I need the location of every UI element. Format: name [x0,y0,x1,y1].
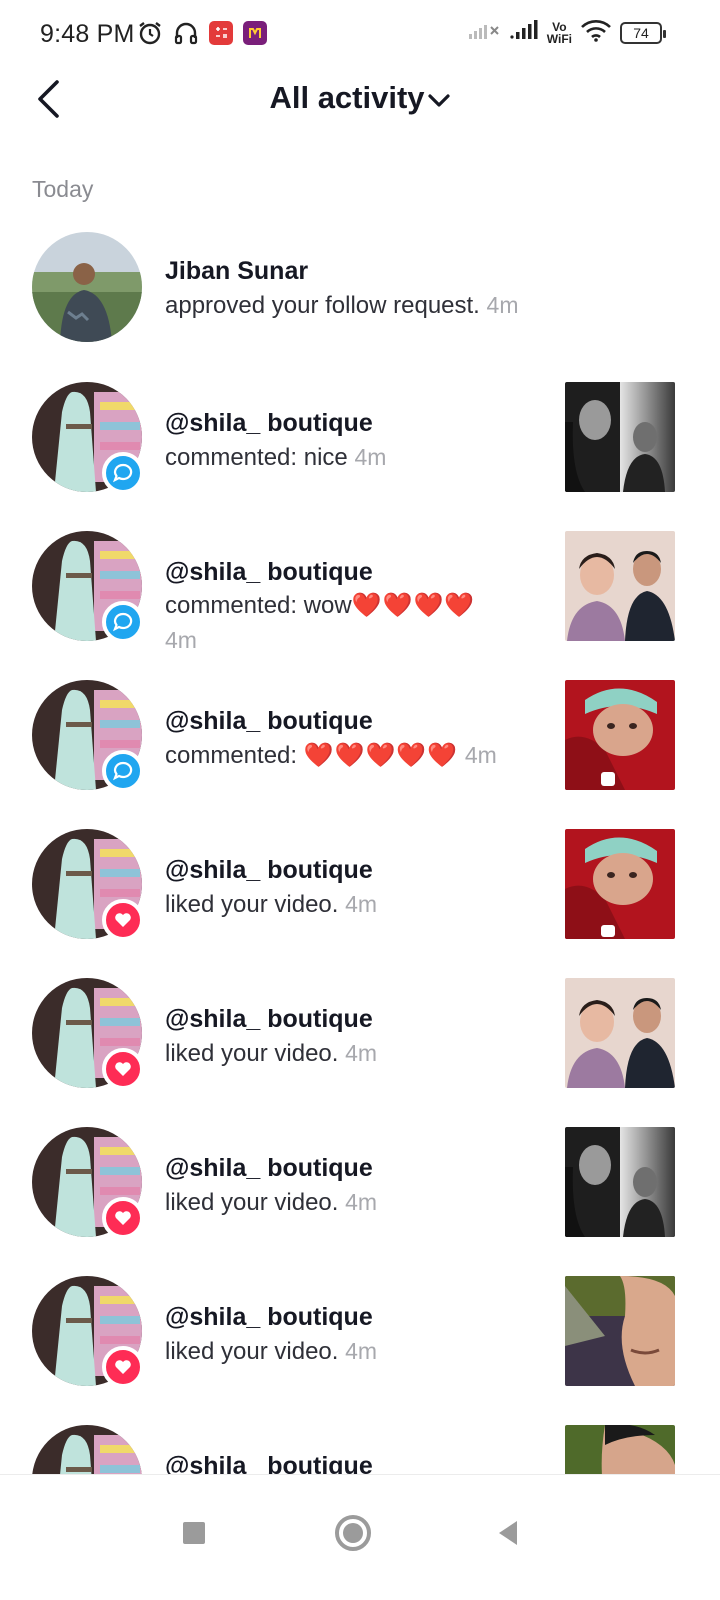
activity-text: commented: wow❤️❤️❤️❤️ 4m [165,592,476,653]
timestamp: 4m [486,292,519,318]
status-system-icons: Vo WiFi 74 [467,18,666,47]
heart-badge-icon [102,1197,144,1239]
comment-badge-icon [102,452,144,494]
username[interactable]: @shila_ boutique [165,853,545,887]
activity-text: liked your video. 4m [165,1040,378,1067]
video-thumbnail[interactable] [565,531,675,641]
battery-icon: 74 [620,21,666,44]
signal-icon [467,19,501,46]
list-item[interactable]: Jiban Sunar approved your follow request… [0,232,720,344]
timestamp: 4m [345,1189,378,1215]
avatar[interactable] [32,382,144,494]
recents-square-icon [183,1522,205,1544]
back-triangle-icon [499,1521,517,1545]
timestamp: 4m [345,891,378,917]
timestamp: 4m [464,742,497,768]
home-circle-icon [335,1515,371,1551]
alarm-icon [137,20,163,46]
activity-text: commented: nice 4m [165,444,387,471]
activity-text: liked your video. 4m [165,1338,378,1365]
list-item[interactable]: @shila_ boutique commented: wow❤️❤️❤️❤️ 4… [0,531,720,653]
timestamp: 4m [354,444,387,470]
section-label-today: Today [32,176,94,202]
avatar[interactable] [32,978,144,1090]
list-item[interactable]: @shila_ boutique liked your video. 4m [0,1276,720,1388]
username[interactable]: @shila_ boutique [165,1002,545,1036]
activity-text: liked your video. 4m [165,1189,378,1216]
timestamp: 4m [345,1040,378,1066]
status-bar: 9:48 PM Vo WiFi 74 [0,0,720,70]
activity-text: approved your follow request. 4m [165,292,519,319]
comment-badge-icon [102,601,144,643]
avatar[interactable] [32,531,144,643]
list-item[interactable]: @shila_ boutique liked your video. 4m [0,1127,720,1239]
avatar[interactable] [32,829,144,941]
video-thumbnail[interactable] [565,829,675,939]
list-item[interactable]: @shila_ boutique [0,1425,720,1474]
calculator-app-icon [209,21,233,45]
avatar[interactable] [32,1127,144,1239]
status-time: 9:48 PM [40,20,135,48]
home-button[interactable] [323,1503,383,1563]
heart-badge-icon [102,1346,144,1388]
avatar[interactable] [32,1425,142,1474]
timestamp: 4m [345,1338,378,1364]
avatar[interactable] [32,232,142,342]
system-nav-bar [0,1474,720,1600]
comment-badge-icon [102,750,144,792]
back-nav-button[interactable] [478,1503,538,1563]
m-app-icon [243,21,267,45]
heart-badge-icon [102,1048,144,1090]
recents-button[interactable] [164,1503,224,1563]
video-thumbnail[interactable] [565,1276,675,1386]
activity-list[interactable]: Jiban Sunar approved your follow request… [0,232,720,1474]
video-thumbnail[interactable] [565,1127,675,1237]
status-notification-icons [137,20,267,46]
video-thumbnail[interactable] [565,1425,675,1474]
activity-text: liked your video. 4m [165,891,378,918]
video-thumbnail[interactable] [565,978,675,1088]
list-item[interactable]: @shila_ boutique commented: nice 4m [0,382,720,494]
list-item[interactable]: @shila_ boutique commented: ❤️❤️❤️❤️❤️ 4… [0,680,720,792]
signal-icon [509,19,539,46]
username[interactable]: @shila_ boutique [165,704,545,738]
heart-emojis: ❤️❤️❤️❤️ [351,592,476,619]
username[interactable]: Jiban Sunar [165,254,545,288]
username[interactable]: @shila_ boutique [165,1300,545,1334]
username[interactable]: @shila_ boutique [165,1449,545,1474]
list-item[interactable]: @shila_ boutique liked your video. 4m [0,829,720,941]
chevron-down-icon [427,82,451,118]
username[interactable]: @shila_ boutique [165,555,545,589]
wifi-icon [580,18,612,47]
video-thumbnail[interactable] [565,382,675,492]
activity-text: commented: ❤️❤️❤️❤️❤️ 4m [165,742,497,769]
headphones-icon [173,20,199,46]
video-thumbnail[interactable] [565,680,675,790]
heart-emojis: ❤️❤️❤️❤️❤️ [303,742,459,769]
username[interactable]: @shila_ boutique [165,1151,545,1185]
avatar[interactable] [32,680,144,792]
list-item[interactable]: @shila_ boutique liked your video. 4m [0,978,720,1090]
vowifi-icon: Vo WiFi [546,19,572,46]
page-title: All activity [269,80,425,115]
heart-badge-icon [102,899,144,941]
avatar[interactable] [32,1276,144,1388]
header: All activity [0,70,720,128]
username[interactable]: @shila_ boutique [165,406,545,440]
activity-filter-dropdown[interactable]: All activity [0,80,720,118]
timestamp: 4m [165,627,197,653]
